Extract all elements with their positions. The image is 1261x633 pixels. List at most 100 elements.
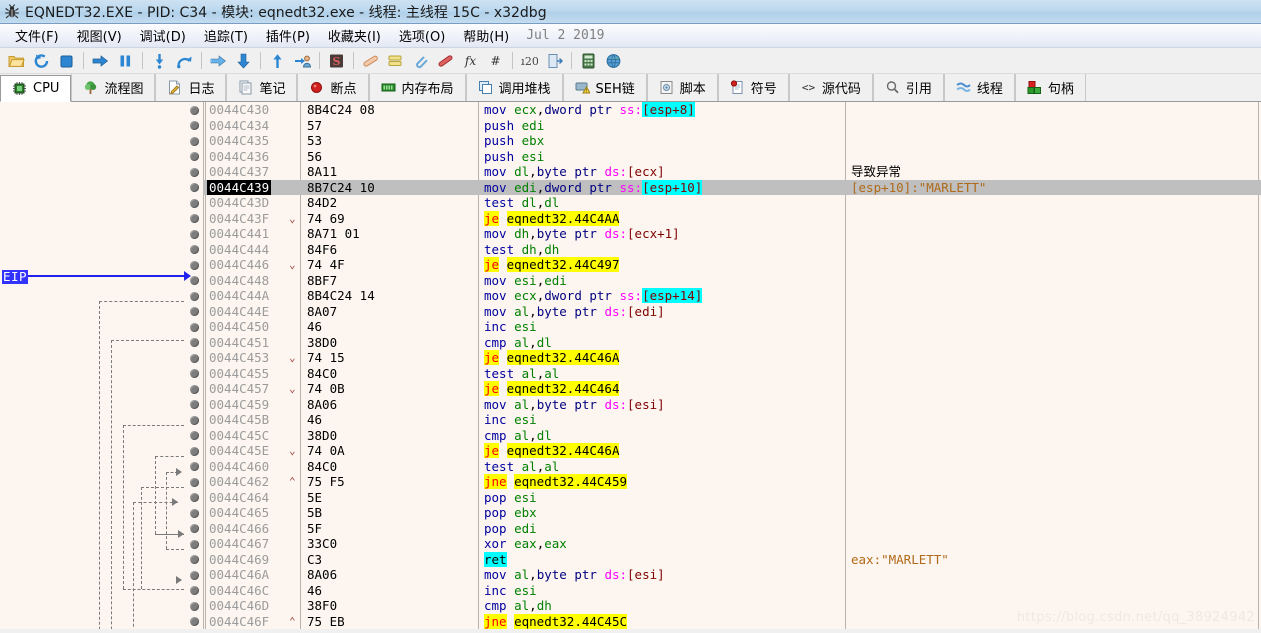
breakpoint-toggle-icon[interactable] bbox=[190, 167, 199, 177]
instruction-row[interactable]: 0044C453 ⌄ 74 15 je eqnedt32.44C46A bbox=[0, 350, 1261, 366]
instruction-row[interactable]: 0044C466 5F pop edi bbox=[0, 521, 1261, 537]
instruction-row[interactable]: 0044C435 53 push ebx bbox=[0, 133, 1261, 149]
memory-map-icon[interactable] bbox=[542, 49, 566, 73]
breakpoint-toggle-icon[interactable] bbox=[190, 105, 199, 115]
instruction-row[interactable]: 0044C45C 38D0 cmp al,dl bbox=[0, 428, 1261, 444]
stop-icon[interactable] bbox=[54, 49, 78, 73]
breakpoint-toggle-icon[interactable] bbox=[190, 121, 199, 130]
instruction-row[interactable]: 0044C467 33C0 xor eax,eax bbox=[0, 536, 1261, 552]
instruction-row[interactable]: 0044C45E ⌄ 74 0A je eqnedt32.44C46A bbox=[0, 443, 1261, 459]
breakpoint-toggle-icon[interactable] bbox=[190, 152, 199, 161]
execute-till-return-icon[interactable] bbox=[265, 49, 289, 73]
breakpoint-toggle-icon[interactable] bbox=[190, 617, 199, 626]
restart-icon[interactable] bbox=[29, 49, 53, 73]
instruction-row[interactable]: 0044C451 38D0 cmp al,dl bbox=[0, 335, 1261, 351]
instruction-row[interactable]: 0044C43D 84D2 test dl,dl bbox=[0, 195, 1261, 211]
instruction-row[interactable]: 0044C469 C3 ret eax:"MARLETT" bbox=[0, 551, 1261, 568]
breakpoint-toggle-icon[interactable] bbox=[190, 400, 199, 409]
step-into-icon[interactable] bbox=[147, 49, 171, 73]
tab-handles[interactable]: 句柄 bbox=[1014, 74, 1086, 101]
breakpoint-toggle-icon[interactable] bbox=[190, 291, 199, 301]
instruction-row[interactable]: 0044C460 84C0 test al,al bbox=[0, 459, 1261, 475]
breakpoint-toggle-icon[interactable] bbox=[190, 524, 199, 533]
tab-source[interactable]: <> 源代码 bbox=[788, 74, 873, 101]
instruction-row[interactable]: 0044C434 57 push edi bbox=[0, 118, 1261, 134]
trace-into-icon[interactable] bbox=[206, 49, 230, 73]
bookmark-icon[interactable] bbox=[433, 49, 457, 73]
tab-call-stack[interactable]: 调用堆栈 bbox=[465, 74, 563, 101]
menu-favourites[interactable]: 收藏夹(I) bbox=[319, 24, 390, 47]
functions-icon[interactable]: fx bbox=[458, 49, 482, 73]
breakpoint-toggle-icon[interactable] bbox=[190, 245, 199, 254]
breakpoint-toggle-icon[interactable] bbox=[190, 353, 199, 363]
tab-symbols[interactable]: 符号 bbox=[717, 74, 789, 101]
breakpoint-toggle-icon[interactable] bbox=[190, 462, 199, 471]
breakpoint-toggle-icon[interactable] bbox=[190, 183, 199, 192]
breakpoint-toggle-icon[interactable] bbox=[190, 307, 199, 316]
execute-till-user-code-icon[interactable] bbox=[290, 49, 314, 73]
menu-options[interactable]: 选项(O) bbox=[390, 24, 454, 47]
instruction-row[interactable]: 0044C439 8B7C24 10 mov edi,dword ptr ss:[e… bbox=[0, 179, 1261, 195]
instruction-row[interactable]: 0044C448 8BF7 mov esi,edi bbox=[0, 273, 1261, 289]
hash-icon[interactable]: # bbox=[483, 49, 507, 73]
instruction-row[interactable]: 0044C462 ⌃ 75 F5 jne eqnedt32.44C459 bbox=[0, 474, 1261, 490]
breakpoint-toggle-icon[interactable] bbox=[190, 601, 199, 611]
attach-icon[interactable] bbox=[408, 49, 432, 73]
breakpoint-toggle-icon[interactable] bbox=[190, 555, 199, 564]
menu-view[interactable]: 视图(V) bbox=[68, 24, 131, 47]
breakpoint-toggle-icon[interactable] bbox=[190, 508, 199, 518]
breakpoint-toggle-icon[interactable] bbox=[190, 477, 199, 487]
instruction-row[interactable]: 0044C43F ⌄ 74 69 je eqnedt32.44C4AA bbox=[0, 210, 1261, 227]
tab-breakpoints[interactable]: 断点 bbox=[297, 74, 369, 101]
breakpoint-toggle-icon[interactable] bbox=[190, 539, 199, 549]
breakpoint-toggle-icon[interactable] bbox=[190, 198, 199, 208]
breakpoint-toggle-icon[interactable] bbox=[190, 431, 199, 440]
breakpoint-toggle-icon[interactable] bbox=[190, 214, 199, 223]
instruction-row[interactable]: 0044C465 5B pop ebx bbox=[0, 505, 1261, 521]
calculator-icon[interactable] bbox=[576, 49, 600, 73]
pause-icon[interactable] bbox=[113, 49, 137, 73]
breakpoint-toggle-icon[interactable] bbox=[190, 493, 199, 502]
breakpoint-toggle-icon[interactable] bbox=[190, 338, 199, 347]
instruction-row[interactable]: 0044C464 5E pop esi bbox=[0, 490, 1261, 506]
trace-over-icon[interactable] bbox=[231, 49, 255, 73]
tab-graph[interactable]: 流程图 bbox=[71, 74, 156, 101]
tab-memory-map[interactable]: 内存布局 bbox=[368, 74, 466, 101]
instruction-row[interactable]: 0044C444 84F6 test dh,dh bbox=[0, 242, 1261, 258]
tab-cpu[interactable]: CPU bbox=[0, 75, 72, 102]
instruction-row[interactable]: 0044C46C 46 inc esi bbox=[0, 583, 1261, 599]
instruction-row[interactable]: 0044C457 ⌄ 74 0B je eqnedt32.44C464 bbox=[0, 381, 1261, 397]
tab-seh[interactable]: ! SEH链 bbox=[562, 74, 647, 101]
instruction-row[interactable]: 0044C455 84C0 test al,al bbox=[0, 366, 1261, 382]
breakpoint-toggle-icon[interactable] bbox=[190, 229, 199, 239]
breakpoint-toggle-icon[interactable] bbox=[190, 369, 199, 378]
instruction-row[interactable]: 0044C44A 8B4C24 14 mov ecx,dword ptr ss:[e… bbox=[0, 288, 1261, 304]
menu-help[interactable]: 帮助(H) bbox=[454, 24, 518, 47]
instruction-row[interactable]: 0044C437 8A11 mov dl,byte ptr ds:[ecx] 导致异常 bbox=[0, 164, 1261, 180]
comments-icon[interactable] bbox=[383, 49, 407, 73]
menu-debug[interactable]: 调试(D) bbox=[131, 24, 195, 47]
instruction-row[interactable]: 0044C436 56 push esi bbox=[0, 149, 1261, 165]
label-icon[interactable]: A\u2082 bbox=[517, 49, 541, 73]
patches-icon[interactable] bbox=[358, 49, 382, 73]
menu-trace[interactable]: 追踪(T) bbox=[195, 24, 257, 47]
tab-log[interactable]: 日志 bbox=[155, 74, 227, 101]
breakpoint-toggle-icon[interactable] bbox=[190, 260, 199, 270]
tab-script[interactable]: 脚本 bbox=[646, 74, 718, 101]
tab-references[interactable]: 引用 bbox=[872, 74, 944, 101]
breakpoint-toggle-icon[interactable] bbox=[190, 415, 199, 425]
instruction-row[interactable]: 0044C450 46 inc esi bbox=[0, 319, 1261, 335]
breakpoint-toggle-icon[interactable] bbox=[190, 136, 199, 146]
step-over-icon[interactable] bbox=[172, 49, 196, 73]
instruction-row[interactable]: 0044C44E 8A07 mov al,byte ptr ds:[edi] bbox=[0, 304, 1261, 320]
instruction-row[interactable]: 0044C441 8A71 01 mov dh,byte ptr ds:[ecx+1… bbox=[0, 226, 1261, 242]
globe-icon[interactable] bbox=[601, 49, 625, 73]
breakpoint-toggle-icon[interactable] bbox=[190, 276, 199, 285]
breakpoint-toggle-icon[interactable] bbox=[190, 446, 199, 456]
instruction-row[interactable]: 0044C459 8A06 mov al,byte ptr ds:[esi] bbox=[0, 397, 1261, 413]
instruction-row[interactable]: 0044C430 8B4C24 08 mov ecx,dword ptr ss:[e… bbox=[0, 102, 1261, 118]
instruction-row[interactable]: 0044C45B 46 inc esi bbox=[0, 412, 1261, 428]
breakpoint-toggle-icon[interactable] bbox=[190, 570, 199, 580]
disassembly-view[interactable]: EIP 0044C430 8B4C24 08 mov ecx,dword ptr s… bbox=[0, 102, 1261, 629]
tab-threads[interactable]: 线程 bbox=[943, 74, 1015, 101]
